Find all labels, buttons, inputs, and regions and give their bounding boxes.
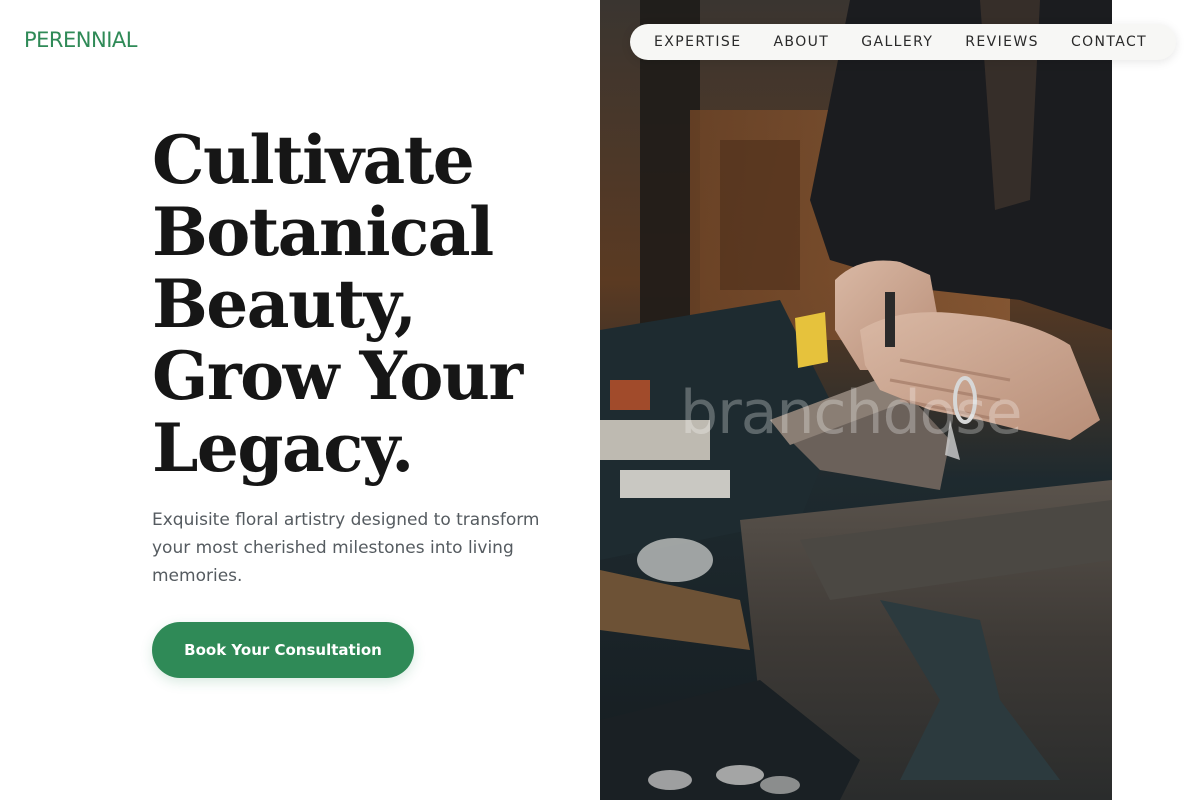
hero-photo-illustration (600, 0, 1112, 800)
nav-item-expertise[interactable]: EXPERTISE (654, 34, 741, 50)
headline-line: Botanical (152, 193, 494, 271)
hero-subtext: Exquisite floral artistry designed to tr… (152, 510, 540, 586)
book-consultation-button[interactable]: Book Your Consultation (152, 622, 414, 678)
landing-page: PERENNIAL branchdose EXPERTISE ABOUT GAL… (0, 0, 1200, 800)
nav-item-gallery[interactable]: GALLERY (861, 34, 933, 50)
nav-item-contact[interactable]: CONTACT (1071, 34, 1147, 50)
headline-line: Grow Your (152, 337, 523, 415)
hero-headline: Cultivate Botanical Beauty, Grow Your Le… (152, 124, 592, 484)
headline-line: Cultivate (152, 121, 475, 199)
nav-item-reviews[interactable]: REVIEWS (965, 34, 1039, 50)
nav-item-about[interactable]: ABOUT (773, 34, 829, 50)
main-nav: EXPERTISE ABOUT GALLERY REVIEWS CONTACT (630, 24, 1176, 60)
headline-line: Beauty, (152, 265, 417, 343)
headline-line: Legacy. (152, 409, 414, 487)
hero-photo (600, 0, 1112, 800)
brand-logo[interactable]: PERENNIAL (24, 28, 137, 52)
